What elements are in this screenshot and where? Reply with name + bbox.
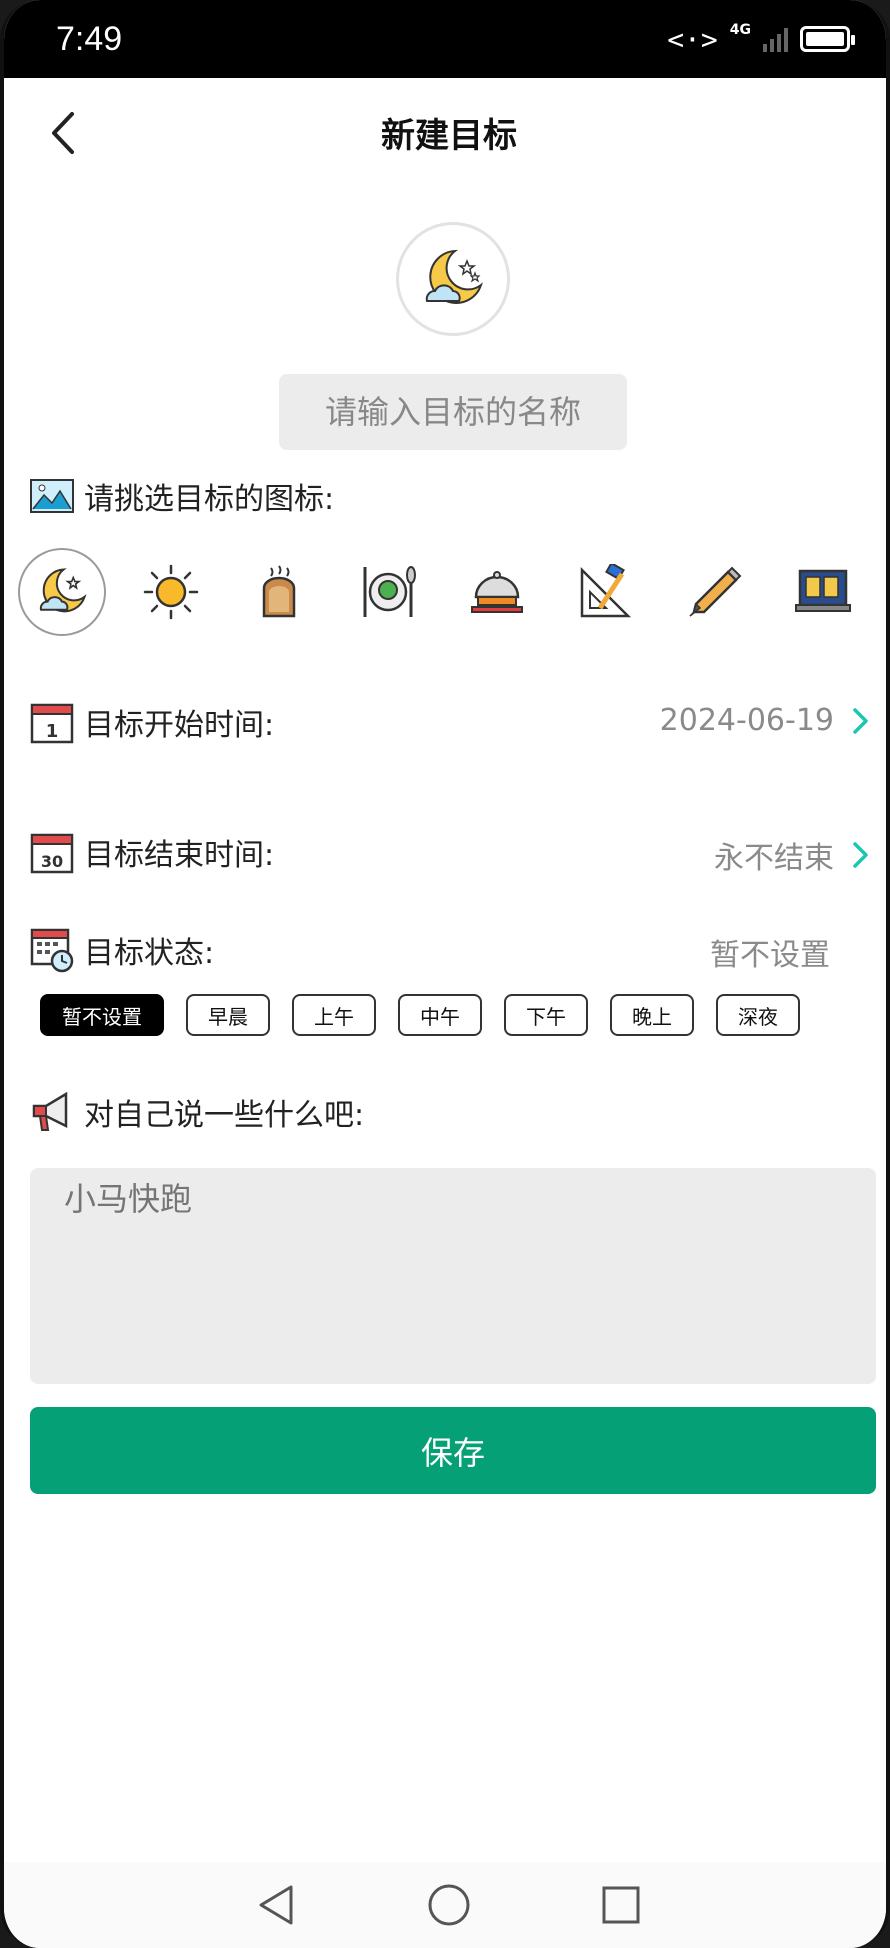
goal-status-label: 目标状态: [84, 936, 215, 971]
end-time-value: 永不结束 [714, 841, 834, 876]
end-time-label: 目标结束时间: [84, 838, 275, 873]
status-options: 暂不设置 早晨 上午 中午 下午 晚上 深夜 [40, 994, 800, 1036]
dinner-plate-icon [363, 566, 417, 617]
ruler-pencil-icon [580, 564, 631, 618]
start-time-value: 2024-06-19 [659, 703, 834, 738]
icon-option-dinner[interactable] [344, 548, 432, 636]
start-time-row[interactable]: 1 目标开始时间: [30, 700, 274, 744]
nav-home-icon[interactable] [427, 1883, 471, 1927]
icon-option-moon[interactable] [18, 548, 106, 636]
megaphone-icon [32, 1091, 68, 1131]
svg-text:1: 1 [46, 721, 59, 742]
start-time-label: 目标开始时间: [84, 708, 275, 743]
status-option-chip[interactable]: 深夜 [716, 994, 800, 1036]
toast-icon [263, 565, 296, 618]
save-button[interactable]: 保存 [30, 1407, 876, 1494]
battery-icon [800, 26, 855, 52]
icon-option-laptop[interactable] [779, 548, 867, 636]
icon-picker [18, 546, 886, 638]
icon-option-marker[interactable] [671, 548, 759, 636]
status-option-chip[interactable]: 上午 [292, 994, 376, 1036]
note-label: 对自己说一些什么吧: [84, 1098, 365, 1133]
icon-option-ruler[interactable] [562, 548, 650, 636]
goal-status-value-row: 暂不设置 [710, 930, 830, 974]
page-header: 新建目标 [4, 78, 886, 186]
chevron-right-icon [853, 842, 868, 868]
page-title: 新建目标 [381, 115, 517, 156]
food-cloche-icon [470, 571, 523, 613]
moon-night-icon [425, 249, 483, 304]
image-gallery-icon [30, 479, 74, 513]
network-activity-icon: <·> [667, 22, 718, 56]
calendar-day-30-icon: 30 [30, 833, 74, 874]
status-option-chip[interactable]: 中午 [398, 994, 482, 1036]
status-option-chip[interactable]: 下午 [504, 994, 588, 1036]
icon-option-cloche[interactable] [453, 548, 541, 636]
goal-name-input[interactable] [279, 374, 627, 450]
nav-back-icon[interactable] [257, 1883, 297, 1927]
moon-night-icon [39, 568, 87, 613]
sun-icon [143, 564, 198, 620]
icon-option-toast[interactable] [236, 548, 324, 636]
status-bar: 7:49 <·> 4G [4, 0, 886, 78]
laptop-icon [795, 569, 852, 612]
signal-strength-icon [763, 26, 788, 52]
goal-status-row: 目标状态: [30, 927, 214, 973]
chevron-right-icon [853, 707, 868, 734]
calendar-day-1-icon: 1 [30, 703, 74, 744]
icon-picker-label: 请挑选目标的图标: [84, 482, 335, 517]
status-option-chip[interactable]: 暂不设置 [40, 994, 164, 1036]
status-time: 7:49 [56, 19, 123, 58]
end-time-row[interactable]: 30 目标结束时间: [30, 830, 274, 874]
marker-pen-icon [689, 566, 742, 617]
selected-goal-icon-preview[interactable] [396, 222, 510, 336]
start-time-value-row[interactable]: 2024-06-19 [660, 703, 870, 738]
calendar-clock-icon [30, 928, 74, 973]
phone-screen: 7:49 <·> 4G 新建目标 请挑选目标的图标: [0, 0, 890, 1948]
back-arrow-icon[interactable] [44, 108, 84, 158]
note-textarea[interactable] [30, 1168, 876, 1384]
note-label-row: 对自己说一些什么吧: [30, 1090, 364, 1134]
end-time-value-row[interactable]: 永不结束 [714, 833, 870, 877]
nav-recents-icon[interactable] [601, 1885, 641, 1925]
status-option-chip[interactable]: 早晨 [186, 994, 270, 1036]
status-indicators: <·> 4G [667, 22, 855, 56]
icon-picker-label-row: 请挑选目标的图标: [30, 474, 334, 518]
icon-option-sun[interactable] [127, 548, 215, 636]
status-option-chip[interactable]: 晚上 [610, 994, 694, 1036]
svg-text:30: 30 [41, 852, 63, 871]
network-type-label: 4G [729, 22, 751, 38]
goal-status-value: 暂不设置 [710, 938, 830, 973]
system-nav-bar [4, 1862, 886, 1948]
